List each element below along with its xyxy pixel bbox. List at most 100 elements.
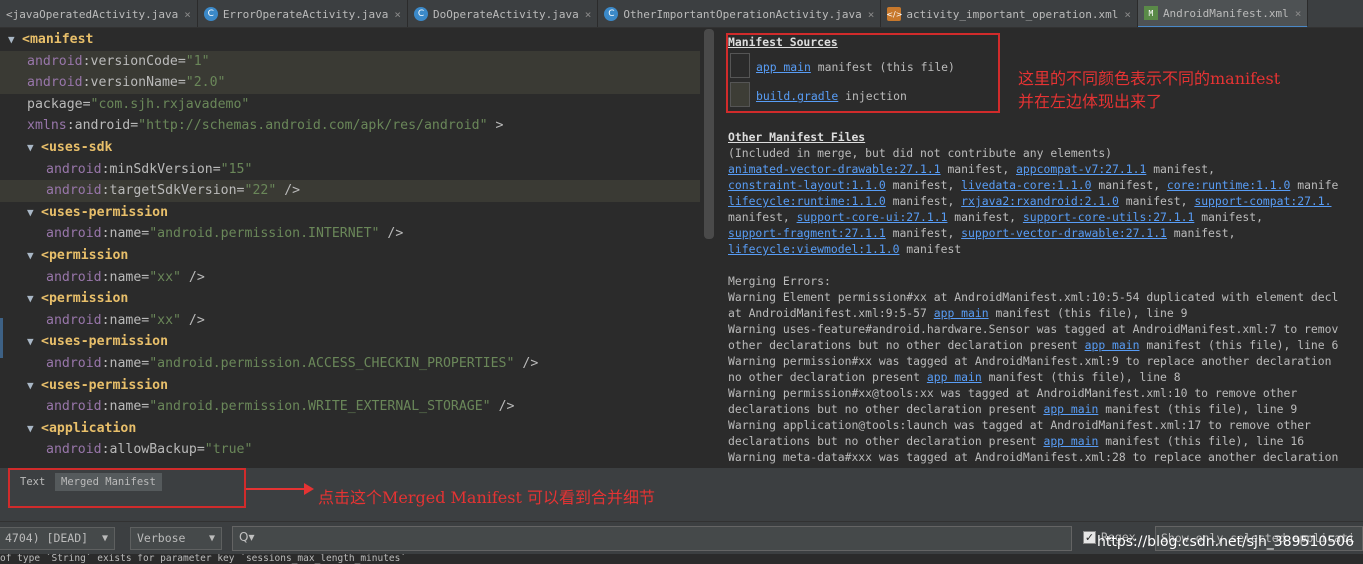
row-text: declarations but no other declaration pr… [728, 402, 1044, 416]
code-line-text: android:name="android.permission.WRITE_E… [46, 399, 515, 415]
manifest-link[interactable]: lifecycle:viewmodel:1.1.0 [728, 242, 899, 256]
editor-tab-label: ErrorOperateActivity.java [222, 7, 389, 21]
fold-toggle-icon[interactable]: ▼ [27, 137, 41, 159]
editor-tab[interactable]: <javaOperatedActivity.java × [0, 0, 198, 27]
code-line[interactable]: android:allowBackup="true" [0, 439, 700, 461]
fold-toggle-icon[interactable]: ▼ [27, 331, 41, 353]
row-text: manifest, [885, 178, 962, 192]
code-line-text: <uses-permission [41, 377, 169, 393]
editor-tab-label: <javaOperatedActivity.java [6, 7, 179, 21]
close-icon[interactable]: × [585, 8, 592, 21]
manifest-link[interactable]: app main [1085, 338, 1140, 352]
xml-attribute-value: "22" [244, 183, 277, 199]
manifest-link[interactable]: support-core-utils:27.1.1 [1023, 210, 1194, 224]
c-class-icon: C [414, 7, 429, 21]
manifest-link[interactable]: app main [1043, 402, 1098, 416]
dependency-row: lifecycle:runtime:1.1.0 manifest, rxjava… [728, 193, 1332, 209]
editor-vertical-scrollbar[interactable] [704, 29, 714, 239]
close-icon[interactable]: × [394, 8, 401, 21]
row-text: manifest, [947, 210, 1023, 224]
code-line-text: <permission [41, 248, 129, 263]
editor-tab[interactable]: M AndroidManifest.xml × [1137, 0, 1309, 27]
xml-code-editor[interactable]: ▼ <manifest android:versionCode="1" android… [0, 29, 716, 467]
other-manifest-files-note: (Included in merge, but did not contribu… [728, 146, 1113, 160]
row-text: manifest, [1118, 194, 1195, 208]
manifest-link[interactable]: support-core-ui:27.1.1 [797, 210, 948, 224]
code-line[interactable]: ▼ <uses-permission [0, 331, 700, 353]
code-line[interactable]: android:versionName="2.0" [0, 72, 700, 94]
close-icon[interactable]: × [184, 8, 191, 21]
dependency-row: constraint-layout:1.1.0 manifest, liveda… [728, 177, 1338, 193]
manifest-link[interactable]: rxjava2:rxandroid:2.1.0 [961, 194, 1119, 208]
code-line[interactable]: android:targetSdkVersion="22" /> [0, 180, 700, 202]
logcat-search-input[interactable]: Q▾ [232, 526, 1072, 551]
editor-tab[interactable]: </> activity_important_operation.xml × [881, 0, 1138, 27]
xml-attribute-value: "http://schemas.android.com/apk/res/andr… [138, 118, 488, 134]
code-line[interactable]: package="com.sjh.rxjavademo" [0, 94, 700, 116]
code-line[interactable]: android:name="android.permission.WRITE_E… [0, 396, 700, 418]
xml-namespace: android [46, 161, 102, 177]
manifest-link[interactable]: constraint-layout:1.1.0 [728, 178, 886, 192]
row-text: manifest, [1194, 210, 1263, 224]
process-selector[interactable]: 4704) [DEAD] ▼ [0, 527, 115, 550]
fold-toggle-icon[interactable]: ▼ [27, 202, 41, 224]
fold-toggle-icon[interactable]: ▼ [8, 29, 22, 51]
editor-tab[interactable]: C ErrorOperateActivity.java × [198, 0, 409, 27]
code-line-text: package="com.sjh.rxjavademo" [27, 96, 250, 112]
xml-file-icon: </> [886, 7, 902, 21]
code-line[interactable]: android:name="android.permission.INTERNE… [0, 223, 700, 245]
row-text: manifest, [1091, 178, 1167, 192]
manifest-link[interactable]: lifecycle:runtime:1.1.0 [728, 194, 886, 208]
fold-toggle-icon[interactable]: ▼ [27, 245, 41, 267]
manifest-link[interactable]: app main [934, 306, 989, 320]
xml-attribute-value: "android.permission.WRITE_EXTERNAL_STORA… [149, 399, 491, 415]
close-icon[interactable]: × [1124, 8, 1131, 21]
code-line[interactable]: xmlns:android="http://schemas.android.co… [0, 115, 700, 137]
dependency-row: lifecycle:viewmodel:1.1.0 manifest [728, 241, 961, 257]
code-line[interactable]: ▼ <application [0, 418, 700, 440]
fold-toggle-icon[interactable]: ▼ [27, 375, 41, 397]
xml-attribute-value: "true" [204, 442, 253, 458]
merging-errors-header: Merging Errors: [728, 274, 831, 288]
code-line[interactable]: ▼ <permission [0, 245, 700, 267]
manifest-link[interactable]: appcompat-v7:27.1.1 [1016, 162, 1146, 176]
fold-toggle-icon[interactable]: ▼ [27, 418, 41, 440]
editor-tab-label: activity_important_operation.xml [906, 7, 1119, 21]
manifest-link[interactable]: core:runtime:1.1.0 [1167, 178, 1290, 192]
code-line-text: android:targetSdkVersion="22" /> [46, 183, 301, 199]
code-line[interactable]: ▼ <uses-permission [0, 202, 700, 224]
code-line[interactable]: ▼ <uses-permission [0, 375, 700, 397]
code-line[interactable]: android:versionCode="1" [0, 50, 700, 73]
manifest-link[interactable]: app main [927, 370, 982, 384]
close-icon[interactable]: × [868, 8, 875, 21]
manifest-link[interactable]: support-vector-drawable:27.1.1 [961, 226, 1167, 240]
xml-attribute-value: "com.sjh.rxjavademo" [90, 96, 250, 112]
code-line[interactable]: android:name="android.permission.ACCESS_… [0, 353, 700, 375]
manifest-link[interactable]: app main [1043, 434, 1098, 448]
code-line[interactable]: android:name="xx" /> [0, 310, 700, 332]
code-line[interactable]: android:minSdkVersion="15" [0, 159, 700, 181]
code-line[interactable]: ▼ <uses-sdk [0, 137, 700, 159]
editor-tab[interactable]: C DoOperateActivity.java × [408, 0, 599, 27]
xml-attribute-value: "1" [185, 53, 210, 69]
fold-toggle-icon[interactable]: ▼ [27, 288, 41, 310]
row-text: manifest, [885, 194, 962, 208]
manifest-link[interactable]: animated-vector-drawable:27.1.1 [728, 162, 941, 176]
code-line[interactable]: android:name="xx" /> [0, 267, 700, 289]
merging-error-row: Warning uses-feature#android.hardware.Se… [728, 321, 1338, 337]
search-icon: Q▾ [239, 530, 255, 544]
editor-tab[interactable]: C OtherImportantOperationActivity.java × [598, 0, 882, 27]
log-level-selector[interactable]: Verbose ▼ [130, 527, 222, 550]
manifest-link[interactable]: livedata-core:1.1.0 [961, 178, 1091, 192]
close-icon[interactable]: × [1295, 7, 1302, 20]
manifest-link[interactable]: support-fragment:27.1.1 [728, 226, 886, 240]
dependency-row: animated-vector-drawable:27.1.1 manifest… [728, 161, 1215, 177]
regex-checkbox[interactable]: ✓ [1083, 531, 1096, 544]
code-line[interactable]: ▼ <permission [0, 288, 700, 310]
merging-error-row: no other declaration present app main ma… [728, 369, 1181, 385]
row-text: manifest, [940, 162, 1017, 176]
merging-error-row: at AndroidManifest.xml:9:5-57 app main m… [728, 305, 1187, 321]
code-line[interactable]: ▼ <manifest [0, 29, 700, 51]
manifest-link[interactable]: support-compat:27.1. [1194, 194, 1331, 208]
code-line-text: android:name="android.permission.ACCESS_… [46, 356, 539, 371]
